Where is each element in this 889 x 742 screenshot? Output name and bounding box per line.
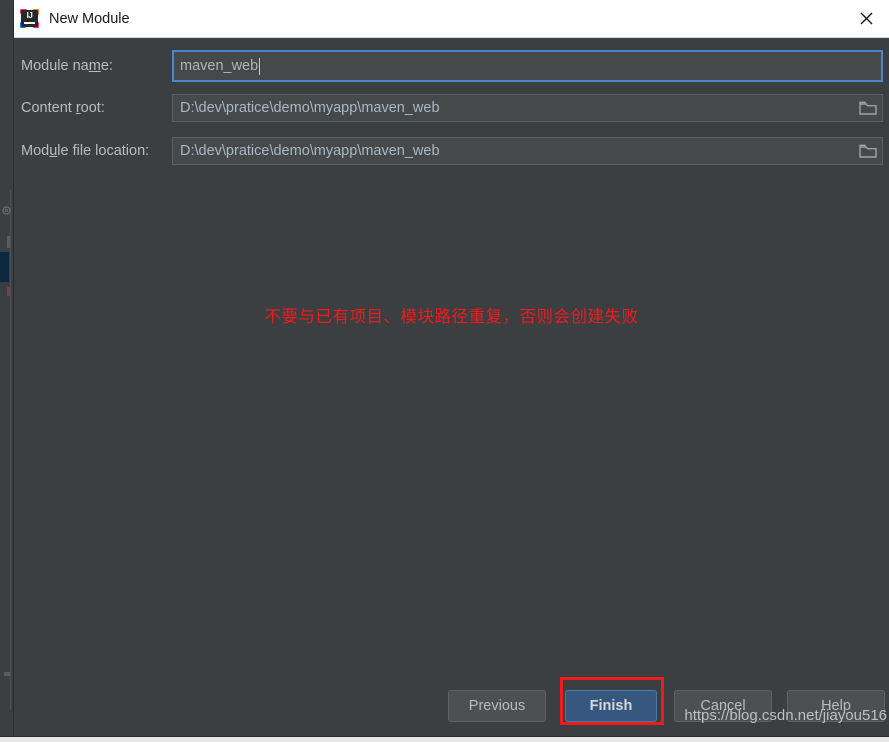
background-status-marker — [4, 672, 10, 676]
new-module-dialog: IJ New Module Module name: maven_web Con… — [14, 0, 889, 738]
content-root-input[interactable]: D:\dev\pratice\demo\myapp\maven_web — [172, 94, 883, 122]
close-icon[interactable] — [843, 0, 889, 37]
background-tab-marker — [7, 236, 10, 248]
field-row-module-file-location: Module file location: D:\dev\pratice\dem… — [14, 137, 889, 165]
intellij-icon-label: IJ — [26, 11, 33, 20]
module-name-label: Module name: — [21, 58, 113, 74]
finish-button[interactable]: Finish — [565, 690, 657, 722]
dialog-title: New Module — [49, 10, 130, 27]
dialog-footer: Previous Finish Cancel Help https://blog… — [14, 677, 889, 725]
gear-icon — [1, 203, 12, 215]
background-error-marker — [7, 287, 10, 296]
content-root-field-wrap: D:\dev\pratice\demo\myapp\maven_web — [172, 94, 883, 122]
previous-button[interactable]: Previous — [448, 690, 546, 722]
intellij-idea-icon: IJ — [20, 9, 39, 28]
watermark-text: https://blog.csdn.net/jiayou516 — [684, 707, 887, 724]
field-row-content-root: Content root: D:\dev\pratice\demo\myapp\… — [14, 94, 889, 122]
module-name-input[interactable]: maven_web — [172, 50, 883, 82]
background-ide-window — [0, 0, 14, 742]
field-row-module-name: Module name: maven_web — [14, 50, 889, 82]
annotation-note: 不要与已有项目、模块路径重复，否则会创建失败 — [264, 307, 639, 326]
background-selected-row — [0, 252, 9, 282]
text-caret — [259, 57, 261, 75]
content-root-label: Content root: — [21, 100, 105, 116]
dialog-body: Module name: maven_web Content root: D:\… — [14, 38, 889, 738]
background-tool-strip — [0, 0, 14, 742]
dialog-titlebar: IJ New Module — [14, 0, 889, 38]
module-file-location-field-wrap: D:\dev\pratice\demo\myapp\maven_web — [172, 137, 883, 165]
module-file-location-label: Module file location: — [21, 143, 150, 159]
folder-icon[interactable] — [859, 144, 877, 159]
module-file-location-input[interactable]: D:\dev\pratice\demo\myapp\maven_web — [172, 137, 883, 165]
screenshot-root: IJ New Module Module name: maven_web Con… — [0, 0, 889, 742]
folder-icon[interactable] — [859, 101, 877, 116]
background-divider — [10, 190, 11, 710]
window-bottom-edge — [0, 737, 889, 742]
module-name-field-wrap: maven_web — [172, 50, 883, 82]
